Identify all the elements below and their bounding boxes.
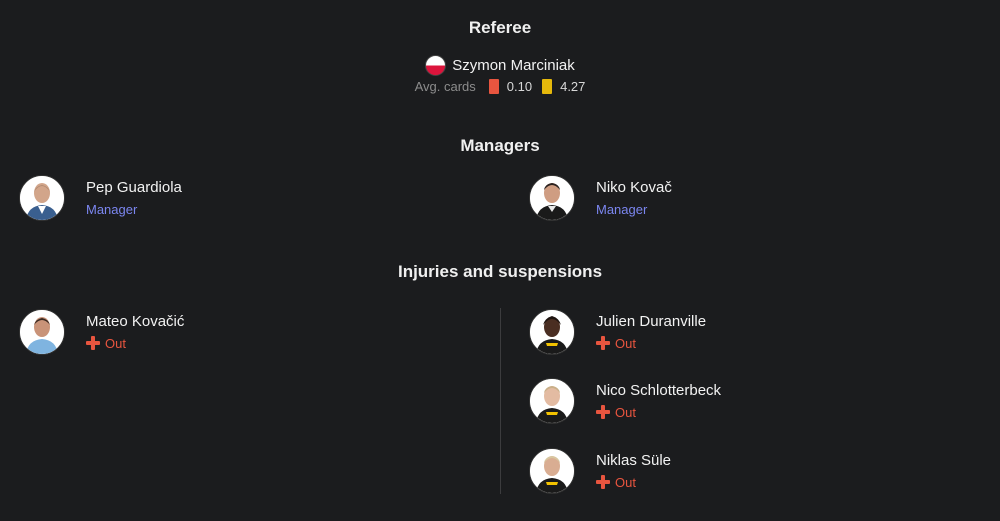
referee-name[interactable]: Szymon Marciniak: [452, 57, 575, 74]
manager-name: Niko Kovač: [596, 178, 672, 196]
injury-cross-icon: [596, 405, 610, 419]
away-injury-player[interactable]: Julien Duranville Out: [529, 309, 706, 355]
injury-cross-icon: [596, 475, 610, 489]
person-photo-icon: [20, 176, 64, 220]
player-avatar: [19, 309, 65, 355]
status-label: Out: [105, 335, 126, 351]
referee-section-title: Referee: [468, 18, 532, 37]
manager-name: Pep Guardiola: [86, 178, 182, 196]
player-name: Julien Duranville: [596, 312, 707, 330]
player-name: Niklas Süle: [596, 451, 672, 469]
referee-row: Szymon Marciniak: [0, 55, 1000, 76]
away-injury-player[interactable]: Niklas Süle Out: [529, 448, 671, 494]
player-status: Out: [596, 403, 721, 422]
person-photo-icon: [530, 310, 574, 354]
player-status: Out: [86, 334, 184, 353]
player-avatar: [529, 378, 575, 424]
person-photo-icon: [530, 379, 574, 423]
person-photo-icon: [20, 310, 64, 354]
away-manager[interactable]: Niko Kovač Manager: [529, 175, 672, 221]
injury-cross-icon: [596, 336, 610, 350]
home-manager[interactable]: Pep Guardiola Manager: [19, 175, 182, 221]
player-status: Out: [596, 334, 706, 353]
player-avatar: [529, 448, 575, 494]
status-label: Out: [615, 335, 636, 351]
red-cards-value: 0.10: [506, 79, 533, 94]
manager-role: Manager: [86, 201, 138, 217]
manager-avatar: [529, 175, 575, 221]
column-divider: [500, 308, 501, 494]
status-label: Out: [615, 474, 636, 490]
managers-section-title: Managers: [460, 136, 540, 155]
manager-role: Manager: [596, 201, 648, 217]
player-status: Out: [596, 473, 671, 492]
status-label: Out: [615, 404, 636, 420]
red-card-icon: [488, 79, 499, 94]
away-injury-player[interactable]: Nico Schlotterbeck Out: [529, 378, 721, 424]
player-name: Mateo Kovačić: [86, 312, 185, 330]
player-name: Nico Schlotterbeck: [596, 381, 722, 399]
manager-avatar: [19, 175, 65, 221]
avg-cards-label: Avg. cards: [414, 79, 476, 94]
person-photo-icon: [530, 176, 574, 220]
yellow-cards-value: 4.27: [560, 79, 586, 94]
poland-flag-icon: [425, 55, 447, 76]
injury-cross-icon: [86, 336, 100, 350]
home-injury-player[interactable]: Mateo Kovačić Out: [19, 309, 184, 355]
referee-avg-cards: Avg. cards 0.10 4.27: [0, 79, 1000, 94]
yellow-card-icon: [542, 79, 553, 94]
player-avatar: [529, 309, 575, 355]
injuries-section-title: Injuries and suspensions: [397, 262, 603, 281]
person-photo-icon: [530, 449, 574, 493]
